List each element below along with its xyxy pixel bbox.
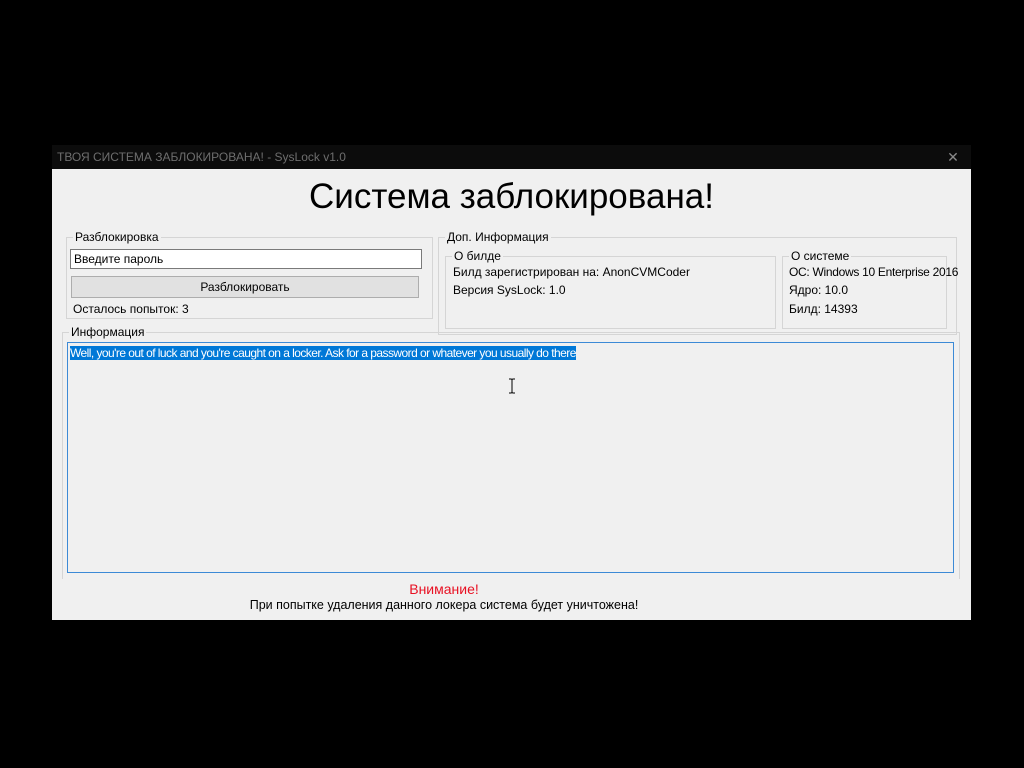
os-build-label: Билд: 14393 <box>789 302 858 316</box>
syslock-version-label: Версия SysLock: 1.0 <box>453 283 566 297</box>
title-bar[interactable]: ТВОЯ СИСТЕМА ЗАБЛОКИРОВАНА! - SysLock v1… <box>52 145 971 169</box>
attempts-left-label: Осталось попыток: 3 <box>73 302 189 316</box>
unlock-button[interactable]: Разблокировать <box>71 276 419 298</box>
warning-title: Внимание! <box>409 581 479 597</box>
unlock-group-label: Разблокировка <box>73 230 161 244</box>
password-input[interactable] <box>70 249 422 269</box>
close-button[interactable]: ✕ <box>943 148 963 166</box>
page-title: Система заблокирована! <box>309 177 714 216</box>
extra-info-group-label: Доп. Информация <box>445 230 551 244</box>
kernel-label: Ядро: 10.0 <box>789 283 849 297</box>
warning-text: При попытке удаления данного локера сист… <box>249 598 639 612</box>
info-group-label: Информация <box>69 325 147 339</box>
text-cursor-icon <box>509 378 515 394</box>
window-title: ТВОЯ СИСТЕМА ЗАБЛОКИРОВАНА! - SysLock v1… <box>57 150 346 164</box>
info-textarea[interactable]: Well, you're out of luck and you're caug… <box>67 342 954 573</box>
os-label: ОС: Windows 10 Enterprise 2016 <box>789 265 959 279</box>
build-info-group-label: О билде <box>452 249 503 263</box>
close-icon: ✕ <box>947 149 959 165</box>
system-info-group-label: О системе <box>789 249 852 263</box>
info-message-text: Well, you're out of luck and you're caug… <box>70 346 576 360</box>
build-registered-label: Билд зарегистрирован на: AnonCVMCoder <box>453 265 690 279</box>
locker-window: ТВОЯ СИСТЕМА ЗАБЛОКИРОВАНА! - SysLock v1… <box>52 145 971 620</box>
